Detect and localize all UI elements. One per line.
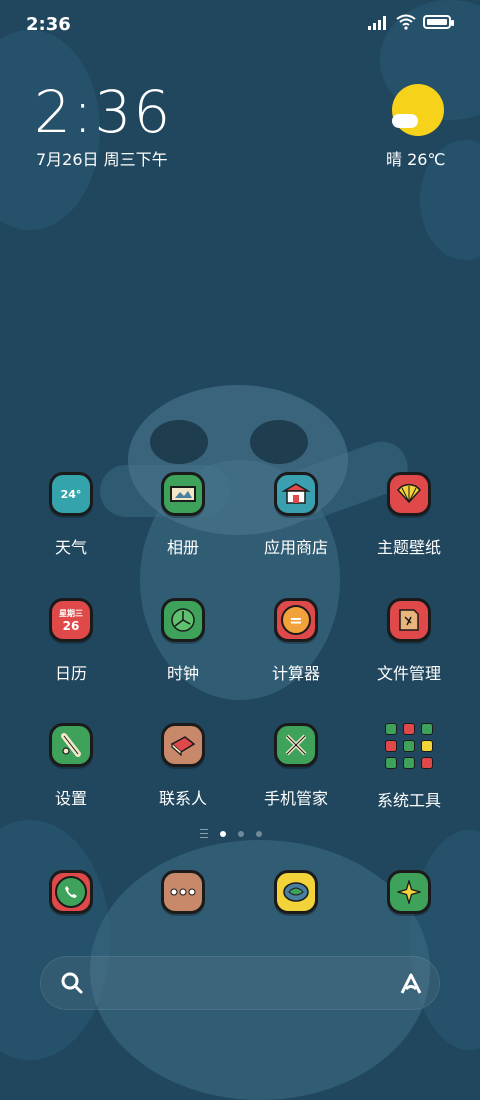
app-label: 计算器 [271, 664, 320, 683]
app-file-manager[interactable]: 文件管理 [354, 598, 464, 684]
voice-assistant-icon[interactable] [397, 970, 425, 998]
weather-app-icon[interactable]: 24° [49, 472, 93, 516]
wifi-icon [396, 14, 416, 30]
clock-widget-date[interactable]: 7月26日 周三下午 [36, 146, 168, 170]
file-folder-icon[interactable] [387, 598, 431, 642]
status-time: 2:36 [26, 14, 71, 35]
clock-leaf-icon[interactable] [161, 598, 205, 642]
app-label: 文件管理 [376, 664, 441, 683]
app-store-temple-icon[interactable] [274, 472, 318, 516]
dock-sparkle[interactable] [354, 870, 464, 914]
phone-icon[interactable] [49, 870, 93, 914]
status-bar: 2:36 [0, 0, 480, 52]
app-gallery[interactable]: 相册 [128, 472, 238, 558]
dock-phone[interactable] [16, 870, 126, 914]
sunny-cloud-icon[interactable] [392, 84, 444, 136]
clock-widget-time[interactable]: 2:36 [34, 78, 172, 146]
system-tools-folder-icon[interactable] [385, 723, 433, 769]
app-calendar[interactable]: 星期三 26 日历 [16, 598, 126, 684]
app-settings[interactable]: 设置 [16, 723, 126, 809]
page-dot[interactable] [256, 830, 262, 837]
page-indicator[interactable] [200, 829, 262, 838]
app-system-tools[interactable]: 系统工具 [354, 723, 464, 811]
app-clock[interactable]: 时钟 [128, 598, 238, 684]
app-label: 日历 [54, 664, 87, 683]
app-label: 设置 [54, 789, 87, 808]
app-security[interactable]: 手机管家 [241, 723, 351, 809]
app-label: 应用商店 [263, 538, 328, 557]
app-label: 时钟 [166, 664, 199, 683]
page-dot[interactable] [238, 830, 244, 837]
sparkle-icon[interactable] [387, 870, 431, 914]
cloud-icon [392, 114, 418, 128]
page-dot[interactable] [220, 830, 226, 837]
app-label: 系统工具 [376, 791, 441, 810]
browser-icon[interactable] [274, 870, 318, 914]
contacts-book-icon[interactable] [161, 723, 205, 767]
weather-widget-text[interactable]: 晴 26℃ [386, 146, 445, 170]
dock-browser[interactable] [241, 870, 351, 914]
gallery-scroll-icon[interactable] [161, 472, 205, 516]
security-swords-icon[interactable] [274, 723, 318, 767]
app-theme[interactable]: 主题壁纸 [354, 472, 464, 558]
menu-lines-icon[interactable] [200, 829, 208, 838]
dock-messages[interactable] [128, 870, 238, 914]
app-label: 天气 [54, 538, 87, 557]
app-label: 联系人 [158, 789, 207, 808]
app-label: 相册 [166, 538, 199, 557]
calculator-icon[interactable]: = [274, 598, 318, 642]
app-calculator[interactable]: = 计算器 [241, 598, 351, 684]
theme-fan-icon[interactable] [387, 472, 431, 516]
search-icon[interactable] [59, 970, 85, 996]
app-label: 手机管家 [263, 789, 328, 808]
calendar-icon[interactable]: 星期三 26 [49, 598, 93, 642]
messages-icon[interactable] [161, 870, 205, 914]
signal-icon [368, 16, 386, 30]
app-label: 主题壁纸 [376, 538, 441, 557]
app-contacts[interactable]: 联系人 [128, 723, 238, 809]
app-weather[interactable]: 24° 天气 [16, 472, 126, 558]
app-store[interactable]: 应用商店 [241, 472, 351, 558]
battery-icon [423, 15, 454, 29]
search-bar[interactable] [40, 956, 440, 1010]
settings-scroll-icon[interactable] [49, 723, 93, 767]
